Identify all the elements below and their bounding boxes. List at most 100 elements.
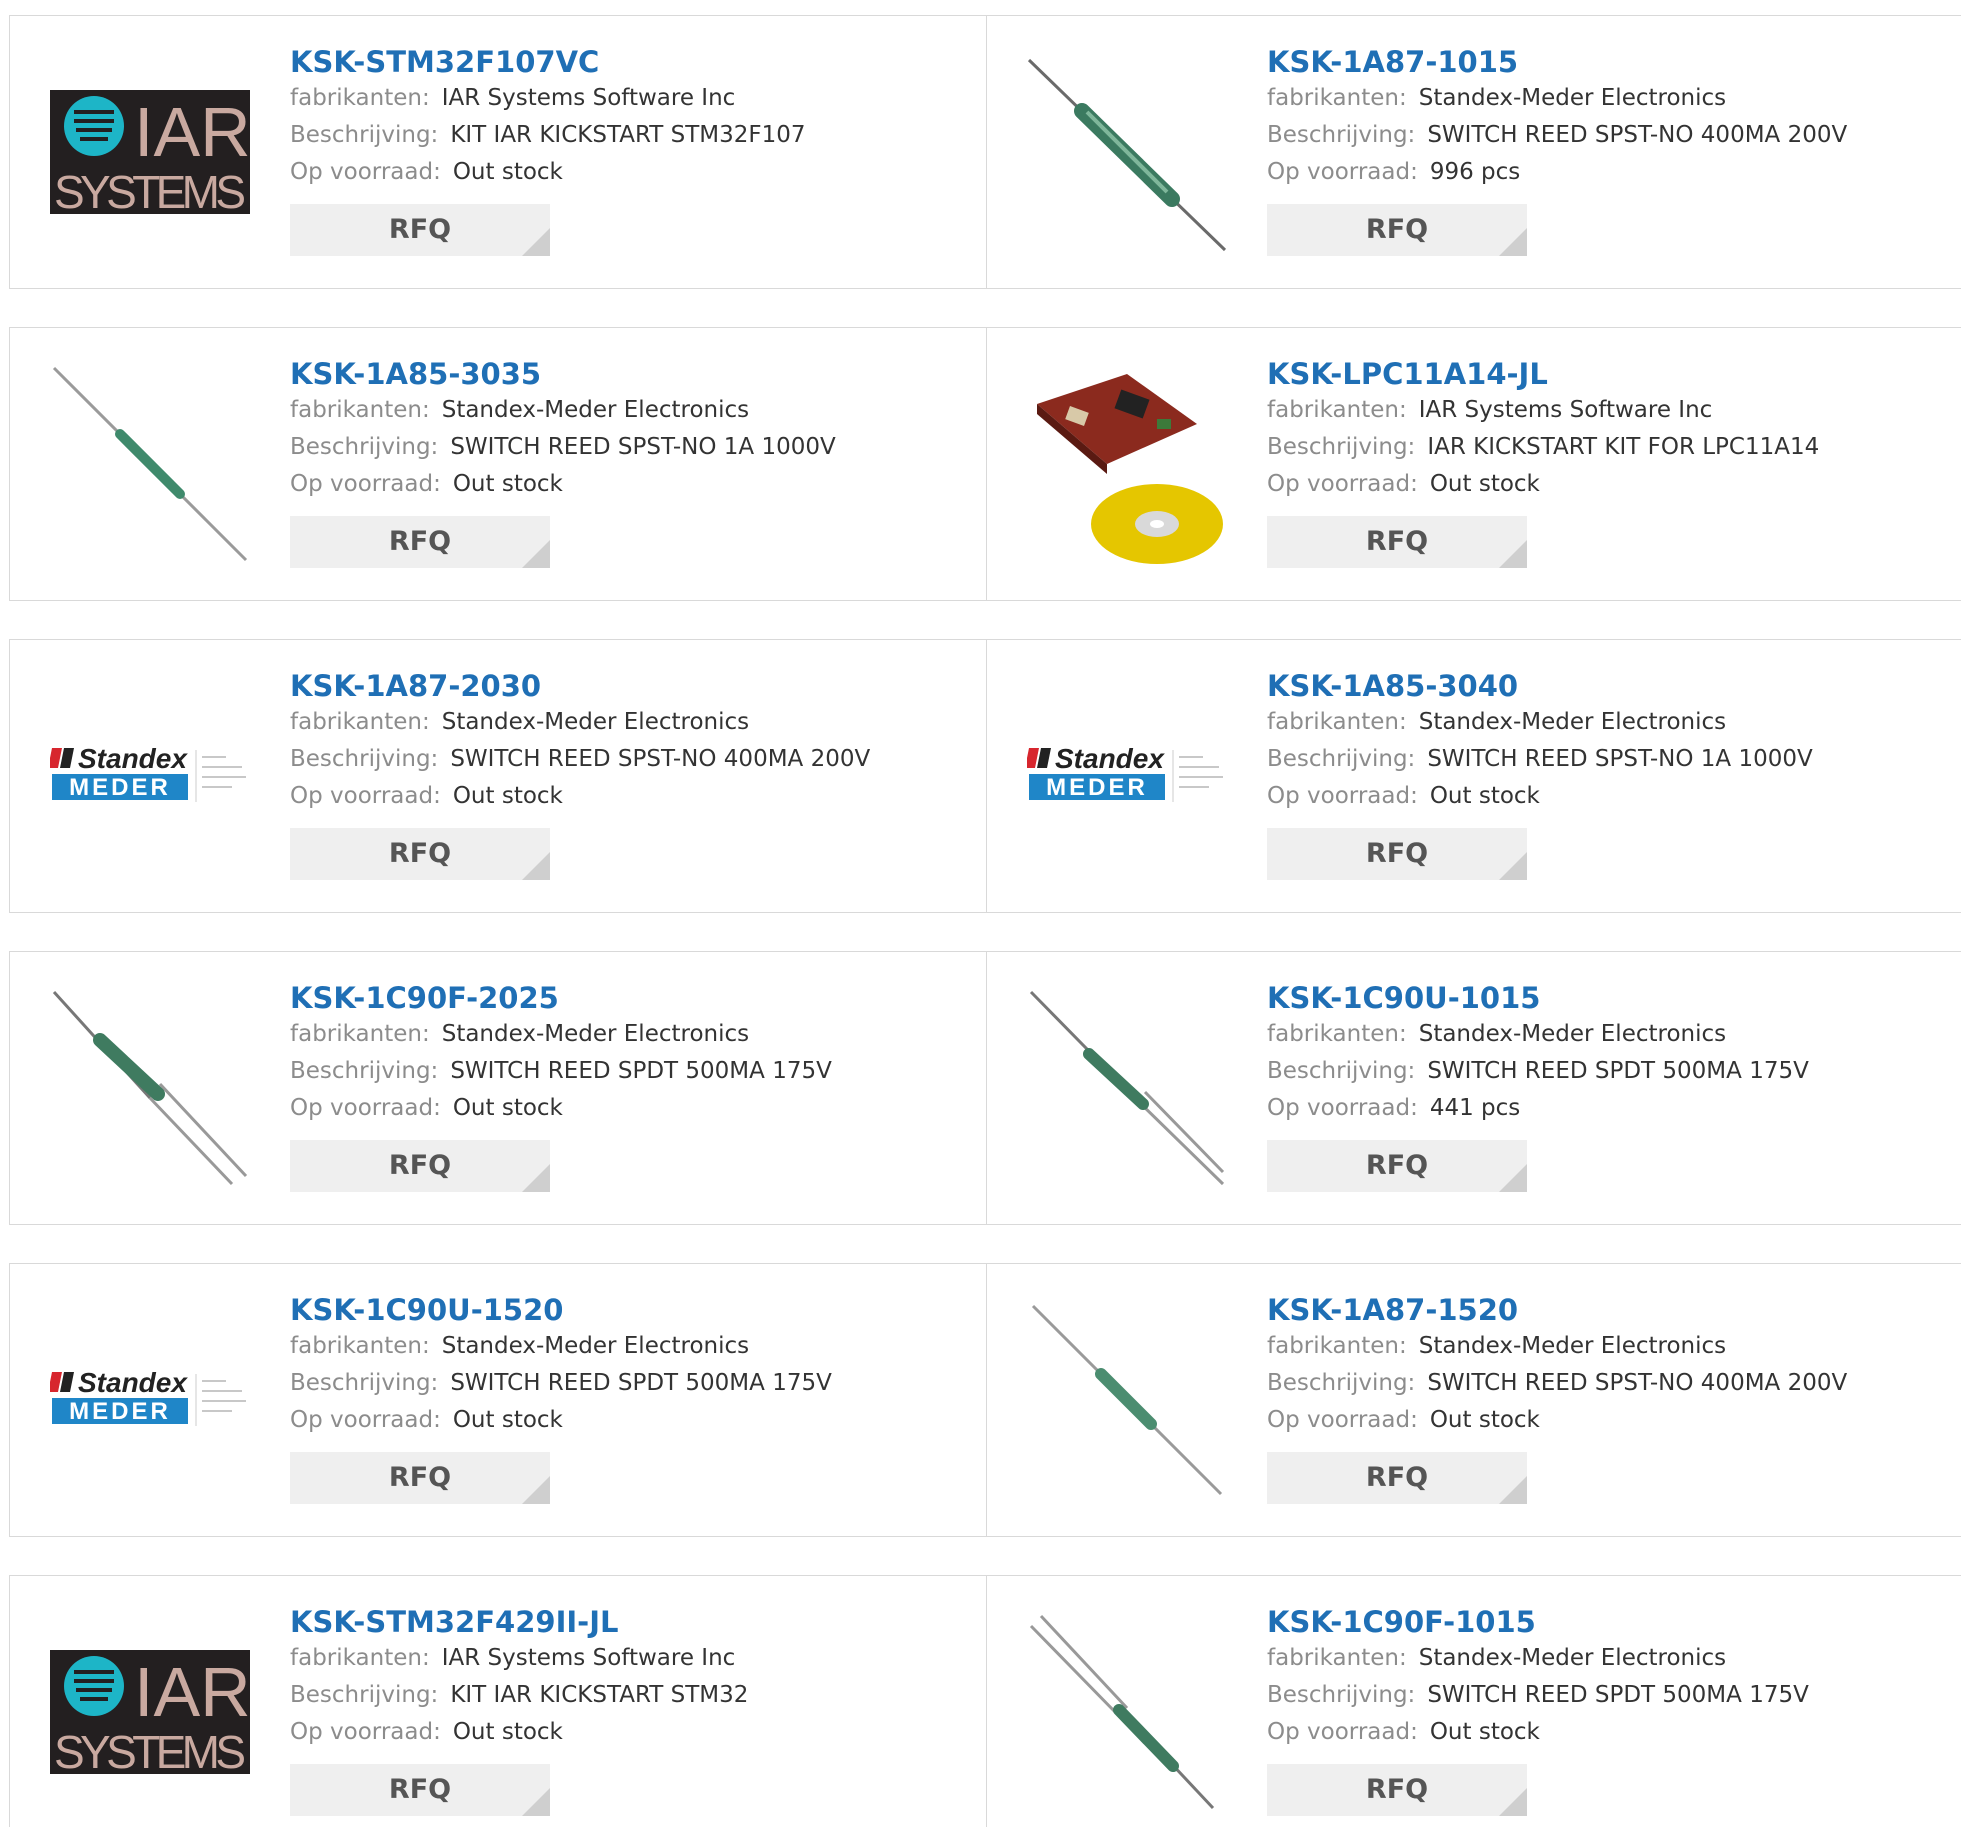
product-info: KSK-1C90F-1015 fabrikanten: Standex-Meder…: [1267, 1604, 1952, 1816]
stock-field: Op voorraad: 441 pcs: [1267, 1090, 1952, 1127]
product-title-link[interactable]: KSK-1C90U-1520: [290, 1292, 976, 1328]
rfq-button[interactable]: RFQ: [290, 828, 550, 880]
product-image[interactable]: [1027, 364, 1227, 564]
manufacturer-value: Standex-Meder Electronics: [1418, 709, 1727, 735]
rfq-button[interactable]: RFQ: [1267, 204, 1527, 256]
description-label: Beschrijving:: [290, 434, 439, 460]
stock-field: Op voorraad: Out stock: [290, 1714, 976, 1751]
rfq-button[interactable]: RFQ: [290, 1140, 550, 1192]
product-title-link[interactable]: KSK-1A85-3040: [1267, 668, 1952, 704]
product-title-link[interactable]: KSK-STM32F429II-JL: [290, 1604, 976, 1640]
manufacturer-field: fabrikanten: Standex-Meder Electronics: [290, 1016, 976, 1053]
manufacturer-value: Standex-Meder Electronics: [441, 1021, 750, 1047]
product-image[interactable]: [1027, 1612, 1227, 1812]
rfq-corner-decoration: [1499, 1476, 1527, 1504]
product-info: KSK-1C90U-1520 fabrikanten: Standex-Meder…: [290, 1292, 976, 1504]
product-card: KSK-1A87-1015 fabrikanten: Standex-Meder …: [987, 16, 1961, 288]
product-image[interactable]: [50, 364, 250, 564]
rfq-button[interactable]: RFQ: [1267, 828, 1527, 880]
product-title-link[interactable]: KSK-1A85-3035: [290, 356, 976, 392]
stock-label: Op voorraad:: [1267, 1719, 1418, 1745]
description-field: Beschrijving: SWITCH REED SPST-NO 400MA 2…: [1267, 117, 1952, 154]
manufacturer-label: fabrikanten:: [1267, 709, 1407, 735]
manufacturer-field: fabrikanten: Standex-Meder Electronics: [290, 392, 976, 429]
product-card: KSK-1C90U-1015 fabrikanten: Standex-Meder…: [987, 952, 1961, 1224]
product-row: IAR SYSTEMS KSK-STM32F107VC fabrikanten:…: [9, 15, 1961, 289]
rfq-button[interactable]: RFQ: [290, 1764, 550, 1816]
description-value: SWITCH REED SPST-NO 400MA 200V: [1427, 122, 1848, 148]
svg-text:MEDER: MEDER: [69, 774, 171, 801]
rfq-corner-decoration: [1499, 1788, 1527, 1816]
manufacturer-field: fabrikanten: Standex-Meder Electronics: [290, 704, 976, 741]
product-image[interactable]: Standex MEDER: [1027, 676, 1227, 876]
rfq-button-label: RFQ: [1365, 1150, 1429, 1181]
rfq-button-label: RFQ: [388, 1774, 452, 1805]
product-image[interactable]: IAR SYSTEMS: [50, 52, 250, 252]
product-image[interactable]: IAR SYSTEMS: [50, 1612, 250, 1812]
rfq-button[interactable]: RFQ: [1267, 516, 1527, 568]
rfq-button-label: RFQ: [1365, 526, 1429, 557]
product-title-link[interactable]: KSK-1C90U-1015: [1267, 980, 1952, 1016]
standex-meder-logo-icon: Standex MEDER: [1027, 744, 1223, 802]
product-card: KSK-1C90F-1015 fabrikanten: Standex-Meder…: [987, 1576, 1961, 1827]
description-label: Beschrijving:: [1267, 746, 1416, 772]
product-title-link[interactable]: KSK-1A87-1520: [1267, 1292, 1952, 1328]
manufacturer-value: Standex-Meder Electronics: [441, 709, 750, 735]
rfq-button[interactable]: RFQ: [1267, 1452, 1527, 1504]
rfq-button[interactable]: RFQ: [290, 204, 550, 256]
product-title-link[interactable]: KSK-1C90F-2025: [290, 980, 976, 1016]
product-info: KSK-1C90F-2025 fabrikanten: Standex-Meder…: [290, 980, 976, 1192]
product-title-link[interactable]: KSK-STM32F107VC: [290, 44, 976, 80]
rfq-button[interactable]: RFQ: [290, 516, 550, 568]
rfq-corner-decoration: [1499, 540, 1527, 568]
rfq-corner-decoration: [522, 852, 550, 880]
product-image[interactable]: [1027, 52, 1227, 252]
rfq-button[interactable]: RFQ: [1267, 1764, 1527, 1816]
product-image[interactable]: [1027, 1300, 1227, 1500]
reed-switch-icon: [1027, 58, 1227, 252]
manufacturer-field: fabrikanten: Standex-Meder Electronics: [1267, 80, 1952, 117]
manufacturer-label: fabrikanten:: [1267, 397, 1407, 423]
svg-text:IAR: IAR: [134, 93, 250, 171]
manufacturer-label: fabrikanten:: [1267, 85, 1407, 111]
stock-value: 441 pcs: [1429, 1095, 1521, 1121]
product-image[interactable]: Standex MEDER: [50, 676, 250, 876]
stock-label: Op voorraad:: [1267, 1407, 1418, 1433]
svg-text:MEDER: MEDER: [1046, 774, 1148, 801]
manufacturer-value: Standex-Meder Electronics: [1418, 1333, 1727, 1359]
stock-field: Op voorraad: Out stock: [290, 778, 976, 815]
description-field: Beschrijving: SWITCH REED SPDT 500MA 175V: [1267, 1677, 1952, 1714]
stock-value: Out stock: [452, 783, 563, 809]
product-title-link[interactable]: KSK-1A87-2030: [290, 668, 976, 704]
stock-label: Op voorraad:: [290, 159, 441, 185]
stock-label: Op voorraad:: [1267, 159, 1418, 185]
iar-systems-logo-icon: IAR SYSTEMS: [50, 90, 250, 214]
description-field: Beschrijving: IAR KICKSTART KIT FOR LPC11…: [1267, 429, 1952, 466]
product-title-link[interactable]: KSK-LPC11A14-JL: [1267, 356, 1952, 392]
svg-text:SYSTEMS: SYSTEMS: [54, 1726, 246, 1774]
rfq-button[interactable]: RFQ: [290, 1452, 550, 1504]
product-image[interactable]: [1027, 988, 1227, 1188]
description-field: Beschrijving: SWITCH REED SPST-NO 1A 1000…: [1267, 741, 1952, 778]
reed-switch-spdt-icon: [1029, 1614, 1215, 1810]
product-image[interactable]: Standex MEDER: [50, 1300, 250, 1500]
stock-field: Op voorraad: Out stock: [290, 1090, 976, 1127]
product-row: Standex MEDER KSK-1A87-2030 fabrikanten:…: [9, 639, 1961, 913]
product-title-link[interactable]: KSK-1C90F-1015: [1267, 1604, 1952, 1640]
rfq-corner-decoration: [522, 228, 550, 256]
description-value: SWITCH REED SPDT 500MA 175V: [1427, 1682, 1809, 1708]
manufacturer-value: Standex-Meder Electronics: [441, 1333, 750, 1359]
stock-value: Out stock: [452, 1407, 563, 1433]
svg-text:MEDER: MEDER: [69, 1398, 171, 1425]
manufacturer-field: fabrikanten: Standex-Meder Electronics: [1267, 1016, 1952, 1053]
stock-field: Op voorraad: Out stock: [290, 1402, 976, 1439]
reed-switch-spdt-icon: [1029, 990, 1225, 1186]
description-field: Beschrijving: KIT IAR KICKSTART STM32: [290, 1677, 976, 1714]
stock-field: Op voorraad: Out stock: [290, 154, 976, 191]
rfq-corner-decoration: [522, 1164, 550, 1192]
description-value: KIT IAR KICKSTART STM32: [450, 1682, 749, 1708]
rfq-button[interactable]: RFQ: [1267, 1140, 1527, 1192]
manufacturer-field: fabrikanten: Standex-Meder Electronics: [1267, 1640, 1952, 1677]
product-title-link[interactable]: KSK-1A87-1015: [1267, 44, 1952, 80]
product-image[interactable]: [50, 988, 250, 1188]
